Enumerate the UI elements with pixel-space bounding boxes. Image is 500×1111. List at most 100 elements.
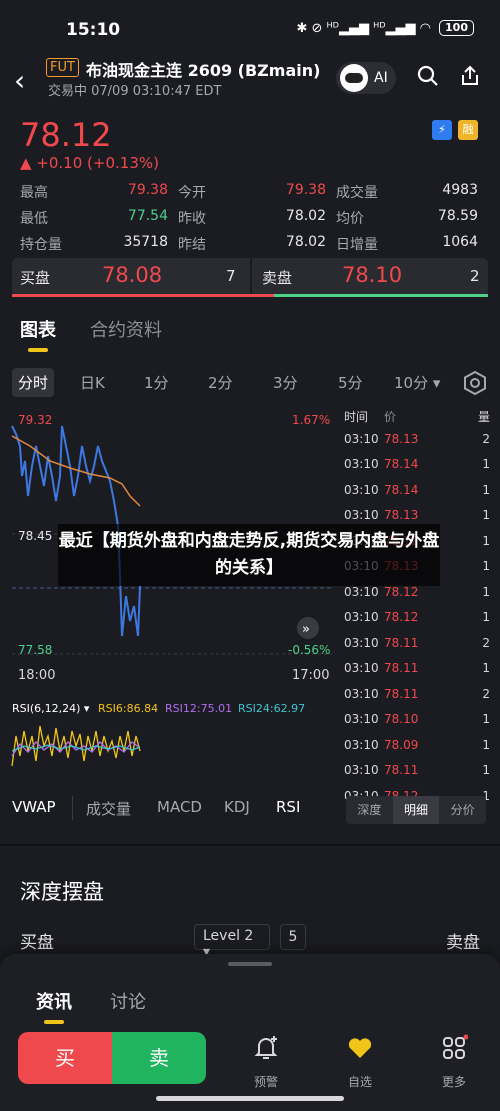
contract-type-badge: FUT: [46, 58, 79, 77]
last-price: 78.12: [20, 116, 112, 154]
tab-discussion[interactable]: 讨论: [110, 988, 146, 1014]
tick-qty: 1: [482, 737, 490, 752]
stat-value: 79.38: [127, 182, 168, 198]
tick-price: 78.11: [384, 686, 419, 701]
stat-value: 79.38: [285, 182, 326, 198]
rsi12-value: RSI12:75.01: [165, 702, 232, 715]
period-intraday[interactable]: 分时: [12, 368, 55, 397]
stat-value: 4983: [442, 182, 478, 198]
overlay-text: 最近【期货外盘和内盘走势反,期货交易内盘与外盘的关系】: [58, 531, 440, 578]
margin-badge[interactable]: 融: [458, 120, 478, 140]
back-button[interactable]: ‹: [14, 64, 25, 97]
tick-time: 03:10: [344, 584, 379, 599]
period-3m[interactable]: 3分: [273, 372, 298, 393]
tick-time: 03:10: [344, 610, 379, 625]
tick-time: 03:10: [344, 457, 379, 472]
trading-status: 交易中 07/09 03:10:47 EDT: [48, 84, 222, 99]
ticks-list[interactable]: 03:10 78.13 2 03:10 78.14 1 03:10 78.14 1 03:10 78…: [344, 426, 490, 809]
level-dropdown[interactable]: Level 2 ▾: [194, 924, 270, 960]
period-daily[interactable]: 日K: [80, 372, 105, 393]
depth-title: 深度摆盘: [20, 880, 104, 904]
nav-more[interactable]: 更多: [424, 1034, 484, 1090]
indicator-rsi[interactable]: RSI: [276, 798, 300, 816]
seg-price-dist[interactable]: 分价: [439, 796, 486, 824]
home-indicator: [156, 1096, 344, 1101]
status-bar: 15:10 ✱ ⊘ ᴴᴰ▂▄▆ ᴴᴰ▂▄▆ ◠ 100: [0, 0, 500, 58]
nav-alert[interactable]: 预警: [236, 1034, 296, 1090]
tick-price: 78.11: [384, 661, 419, 676]
x-axis-start: 18:00: [18, 668, 55, 683]
period-10m-dropdown[interactable]: 10分 ▾: [394, 372, 440, 393]
seg-depth[interactable]: 深度: [346, 796, 393, 824]
quote-panel: 78.12 ▲ +0.10 (+0.13%) ⚡ 融 最高 79.38 今开 79.3…: [0, 108, 500, 304]
tick-row: 03:10 78.09 1: [344, 732, 490, 758]
rsi-selector[interactable]: RSI(6,12,24) ▾: [12, 702, 90, 715]
tick-qty: 2: [482, 635, 490, 650]
svg-text:»: »: [302, 622, 310, 637]
nav-alert-label: 预警: [253, 1075, 278, 1089]
bell-plus-icon: [236, 1034, 296, 1069]
order-book-summary[interactable]: 买盘 78.08 7 卖盘 78.10 2: [12, 258, 488, 297]
tick-time: 03:10: [344, 482, 379, 497]
tick-row: 03:10 78.11 1: [344, 758, 490, 784]
tick-qty: 1: [482, 584, 490, 599]
tick-time: 03:10: [344, 508, 379, 523]
stat-label: 今开: [178, 185, 206, 201]
tab-contract-info[interactable]: 合约资料: [90, 316, 162, 342]
main-tabs: 图表 合约资料: [0, 304, 500, 360]
bottom-action-bar: 买 卖 预警 自选 更多: [0, 1024, 500, 1111]
tab-news[interactable]: 资讯: [36, 988, 72, 1014]
tick-qty: 1: [482, 508, 490, 523]
article-title-overlay: 最近【期货外盘和内盘走势反,期货交易内盘与外盘的关系】: [58, 524, 440, 586]
tick-time: 03:10: [344, 431, 379, 446]
tick-qty: 1: [482, 610, 490, 625]
tab-chart[interactable]: 图表: [20, 316, 56, 342]
stat-label: 昨收: [178, 211, 206, 227]
x-axis-end: 17:00: [292, 668, 329, 683]
tick-time: 03:10: [344, 712, 379, 727]
lightning-icon[interactable]: ⚡: [432, 120, 452, 140]
tick-qty: 1: [482, 533, 490, 548]
sell-button[interactable]: 卖: [112, 1032, 206, 1084]
chart-settings-icon[interactable]: [462, 370, 488, 400]
period-1m[interactable]: 1分: [144, 372, 169, 393]
tick-row: 03:10 78.14 1: [344, 477, 490, 503]
tick-time: 03:10: [344, 635, 379, 650]
stat-value: 77.54: [127, 208, 168, 224]
search-icon[interactable]: [413, 64, 443, 94]
status-icons: ✱ ⊘ ᴴᴰ▂▄▆ ᴴᴰ▂▄▆ ◠ 100: [296, 20, 474, 36]
tick-row: 03:10 78.14 1: [344, 452, 490, 478]
pct-bottom: -0.56%: [288, 643, 330, 657]
period-5m[interactable]: 5分: [338, 372, 363, 393]
tick-price: 78.11: [384, 763, 419, 778]
stat-label: 日增量: [336, 237, 378, 253]
ticks-header: 时间 价 量: [344, 406, 490, 426]
tick-time: 03:10: [344, 763, 379, 778]
sheet-drag-handle[interactable]: [228, 962, 272, 966]
rsi6-value: RSI6:86.84: [98, 702, 158, 715]
ticks-header-time: 时间: [344, 409, 369, 424]
seg-detail[interactable]: 明细: [392, 796, 440, 824]
period-2m[interactable]: 2分: [208, 372, 233, 393]
indicator-vwap[interactable]: VWAP: [12, 798, 56, 816]
nav-watchlist[interactable]: 自选: [330, 1034, 390, 1090]
stat-value: 1064: [442, 234, 478, 250]
tick-qty: 1: [482, 712, 490, 727]
ai-assistant-button[interactable]: AI: [336, 62, 396, 94]
status-icons-text: ✱ ⊘ ᴴᴰ▂▄▆ ᴴᴰ▂▄▆ ◠: [296, 20, 432, 36]
indicator-kdj[interactable]: KDJ: [224, 798, 250, 816]
tick-qty: 1: [482, 763, 490, 778]
stat-label: 均价: [336, 211, 364, 227]
intraday-chart[interactable]: » 79.32 1.67% 78.45 77.58 -0.56% 18:00 1…: [0, 406, 344, 786]
indicator-macd[interactable]: MACD: [157, 798, 202, 816]
share-icon[interactable]: [455, 64, 485, 94]
buy-button[interactable]: 买: [18, 1032, 112, 1084]
tick-qty: 1: [482, 661, 490, 676]
depth-count[interactable]: 5: [280, 924, 306, 950]
ticks-header-qty: 量: [477, 409, 490, 424]
tick-row: 03:10 78.11 2: [344, 630, 490, 656]
stat-label: 最低: [20, 211, 48, 227]
price-change: ▲ +0.10 (+0.13%): [20, 154, 159, 172]
indicator-volume[interactable]: 成交量: [86, 798, 131, 819]
stat-label: 昨结: [178, 237, 206, 253]
